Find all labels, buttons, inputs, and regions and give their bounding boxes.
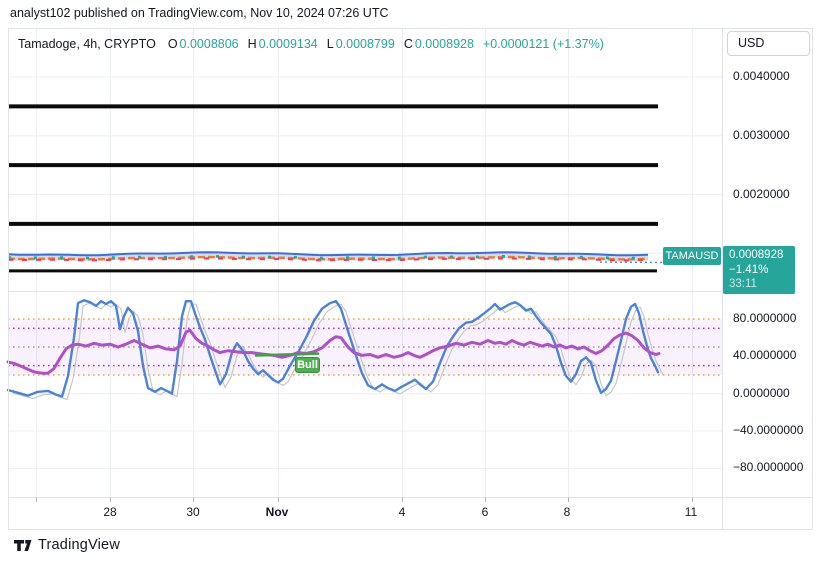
- time-axis-label: 6: [481, 505, 489, 519]
- badge-countdown: 33:11: [729, 278, 757, 290]
- indicator-axis-label: 80.0000000: [733, 310, 797, 325]
- ohlc-open: O 0.0008806: [168, 37, 239, 51]
- last-price-badge: 0.0008928 −1.41% 33:11: [723, 246, 795, 294]
- indicator-axis-label: −80.0000000: [733, 460, 804, 475]
- tradingview-logo-icon: [14, 539, 32, 551]
- page: analyst102 published on TradingView.com,…: [0, 0, 821, 562]
- price-axis-label: 0.0020000: [733, 186, 790, 201]
- change-value: +0.0000121 (+1.37%): [482, 37, 604, 51]
- time-axis-label: Nov: [265, 505, 289, 519]
- time-axis-label: 4: [398, 505, 406, 519]
- time-axis-label: 30: [186, 505, 200, 519]
- tradingview-logo[interactable]: TradingView: [14, 537, 120, 553]
- close-value: 0.0008928: [414, 37, 474, 51]
- symbol-axis-tag: TAMAUSD: [663, 247, 721, 265]
- indicator-axis-label: −40.0000000: [733, 423, 804, 438]
- badge-change: −1.41%: [729, 263, 769, 276]
- price-axis-label: 0.0030000: [733, 127, 790, 142]
- time-axis-label: 28: [103, 505, 117, 519]
- widget-frame: [8, 28, 813, 530]
- ohlc-close: C 0.0008928: [404, 37, 474, 51]
- close-label: C: [403, 37, 413, 51]
- currency-toggle-button[interactable]: USD: [727, 31, 810, 56]
- price-axis-label: 0.0040000: [733, 69, 790, 83]
- high-label: H: [247, 37, 257, 51]
- low-label: L: [326, 37, 334, 51]
- ohlc-high: H 0.0009134: [248, 37, 318, 51]
- time-axis-label: 8: [563, 505, 571, 519]
- indicator-axis-label: 0.0000000: [733, 385, 790, 400]
- ohlc-low: L 0.0008799: [327, 37, 395, 51]
- price-dotted-tail: [599, 261, 666, 264]
- ohlc-legend: Tamadoge, 4h, CRYPTO O 0.0008806 H 0.00091…: [18, 37, 604, 51]
- low-value: 0.0008799: [335, 37, 395, 51]
- tradingview-logo-text: TradingView: [38, 537, 120, 553]
- open-value: 0.0008806: [179, 37, 239, 51]
- bull-label[interactable]: Bull: [295, 357, 320, 373]
- high-value: 0.0009134: [258, 37, 318, 51]
- symbol-title[interactable]: Tamadoge, 4h, CRYPTO: [18, 37, 156, 51]
- open-label: O: [167, 37, 178, 51]
- indicator-axis-label: 40.0000000: [733, 348, 797, 363]
- badge-price: 0.0008928: [729, 249, 784, 261]
- time-axis-label: 11: [684, 505, 698, 519]
- chart-canvas[interactable]: [0, 0, 821, 562]
